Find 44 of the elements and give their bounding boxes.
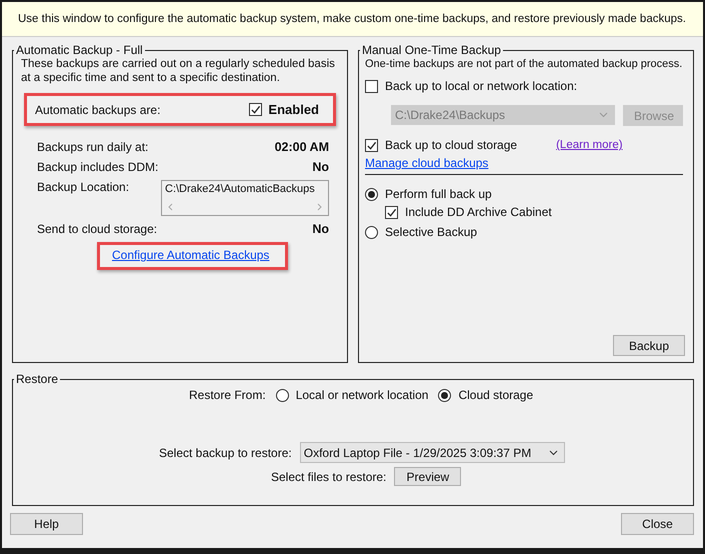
- close-button[interactable]: Close: [621, 513, 694, 535]
- radio-button[interactable]: [365, 188, 378, 200]
- chevron-down-icon: [599, 112, 608, 118]
- backup-dropdown[interactable]: Oxford Laptop File - 1/29/2025 3:09:37 PM: [300, 442, 565, 463]
- description-text: One-time backups are not part of the automated backup process.: [365, 57, 684, 71]
- manage-link[interactable]: Manage cloud backups: [365, 156, 488, 170]
- status-label: Automatic backups are:: [35, 102, 160, 116]
- group-title: Manual One-Time Backup: [361, 43, 502, 57]
- radio-label: Selective Backup: [385, 225, 478, 239]
- radio-label: Perform full back up: [385, 187, 492, 201]
- field-label: Backups run daily at:: [37, 140, 148, 154]
- field-label: Backup includes DDM:: [37, 160, 158, 174]
- checkbox[interactable]: [365, 138, 378, 152]
- field-value: 02:00 AM: [274, 140, 329, 154]
- radio-button[interactable]: [438, 388, 452, 402]
- chevron-down-icon: [548, 450, 558, 456]
- description-text: These backups are carried out on a regularly scheduled basis at a specific time and sent to a specific destination.: [20, 57, 336, 85]
- radio-label: Cloud storage: [458, 388, 534, 402]
- radio-label: Local or network location: [296, 388, 428, 402]
- preview-button[interactable]: Preview: [394, 467, 462, 486]
- configure-link[interactable]: Configure Automatic Backups: [112, 248, 270, 262]
- field-label: Restore From:: [189, 388, 266, 402]
- group-title: Automatic Backup - Full: [15, 43, 144, 57]
- field-label: Select backup to restore:: [159, 446, 292, 460]
- checkbox[interactable]: [365, 80, 378, 92]
- radio-button[interactable]: [365, 226, 378, 238]
- field-value: No: [312, 160, 329, 174]
- radio-button[interactable]: [276, 388, 289, 402]
- field-value: No: [312, 222, 329, 236]
- learn-more-link[interactable]: (Learn more): [556, 139, 623, 151]
- checkbox-label: Include DD Archive Cabinet: [405, 205, 552, 219]
- field-label: Backup Location:: [37, 180, 130, 194]
- help-button[interactable]: Help: [10, 513, 83, 535]
- checkbox[interactable]: [385, 206, 398, 218]
- backup-button[interactable]: Backup: [613, 335, 685, 356]
- field-label: Send to cloud storage:: [37, 222, 158, 236]
- group-title: Restore: [15, 372, 60, 386]
- path-text: C:\Drake24\AutomaticBackups: [165, 183, 316, 196]
- enabled-label: Enabled: [268, 102, 319, 117]
- field-label: Select files to restore:: [271, 470, 386, 484]
- info-text: Use this window to configure the automatic backup system, make custom one-time backups, and restore previously made backups.: [18, 13, 686, 25]
- checkbox-label: Back up to local or network location:: [385, 79, 578, 93]
- checkbox-label: Back up to cloud storage: [385, 138, 518, 152]
- checkbox[interactable]: [249, 103, 262, 116]
